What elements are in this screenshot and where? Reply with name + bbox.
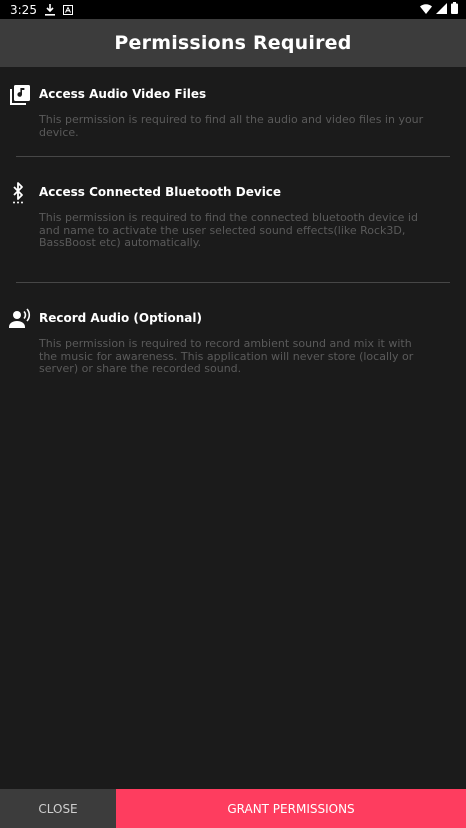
permission-description: This permission is required to find the … [39,211,418,250]
download-icon [44,3,55,16]
status-time: 3:25 [10,2,37,17]
a11y-icon [62,4,73,15]
permission-title: Access Connected Bluetooth Device [39,185,282,199]
wifi-icon [420,3,432,17]
permission-item-record-audio: Record Audio (Optional) This permission … [0,308,466,388]
signal-icon [436,2,447,17]
grant-permissions-button[interactable]: GRANT PERMISSIONS [116,789,466,828]
record-voice-icon [9,308,31,330]
divider [16,156,450,157]
bottom-action-bar: CLOSE GRANT PERMISSIONS [0,789,466,828]
audio-video-files-icon [9,84,31,106]
page-title: Permissions Required [114,32,352,54]
permission-item-bluetooth: Access Connected Bluetooth Device This p… [0,182,466,262]
status-right-icons [420,2,458,17]
app-bar: Permissions Required [0,19,466,67]
permission-description: This permission is required to record am… [39,337,414,376]
battery-icon [451,2,458,17]
close-button[interactable]: CLOSE [0,789,116,828]
bluetooth-icon [9,182,31,204]
permission-title: Record Audio (Optional) [39,311,202,325]
status-bar: 3:25 [0,0,466,19]
divider [16,282,450,283]
permission-item-audio-video: Access Audio Video Files This permission… [0,84,466,144]
permission-description: This permission is required to find all … [39,113,424,139]
permission-title: Access Audio Video Files [39,87,207,101]
